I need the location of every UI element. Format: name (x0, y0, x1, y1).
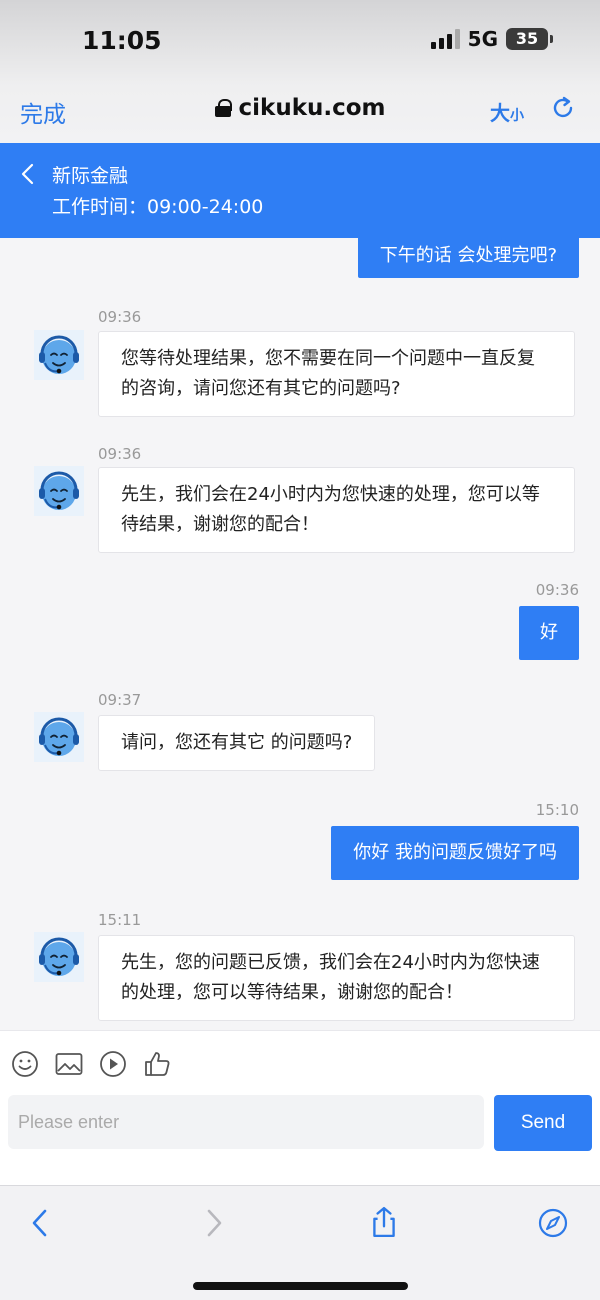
compass-icon[interactable] (538, 1208, 568, 1238)
browser-bottom-toolbar (0, 1185, 600, 1300)
message-input[interactable] (8, 1095, 484, 1149)
chat-header: 新际金融 工作时间：09:00-24:00 (0, 143, 600, 238)
message-timestamp: 09:36 (98, 445, 142, 463)
status-indicators: 5G 35 (430, 27, 553, 51)
message-timestamp: 09:36 (98, 308, 142, 326)
working-hours: 工作时间：09:00-24:00 (52, 196, 264, 218)
send-button[interactable]: Send (494, 1095, 592, 1151)
share-icon[interactable] (368, 1204, 400, 1240)
message-timestamp: 09:37 (98, 691, 142, 709)
message-bubble: 好 (519, 606, 579, 660)
network-type: 5G (467, 27, 498, 51)
address-bar[interactable]: cikuku.com (214, 95, 386, 121)
status-time: 11:05 (82, 26, 162, 55)
message-bubble: 下午的话 会处理完吧? (357, 238, 579, 278)
message-bubble: 您等待处理结果，您不需要在同一个问题中一直反复的咨询，请问您还有其它的问题吗? (98, 331, 575, 417)
message-bubble: 你好 我的问题反馈好了吗 (331, 826, 579, 880)
message-outgoing: 好 (519, 606, 579, 660)
message-incoming: 您等待处理结果，您不需要在同一个问题中一直反复的咨询，请问您还有其它的问题吗? (98, 331, 575, 417)
message-bubble: 先生，您的问题已反馈，我们会在24小时内为您快速的处理，您可以等待结果，谢谢您的… (98, 935, 575, 1021)
message-timestamp: 15:10 (535, 801, 579, 819)
text-size-button[interactable]: 大小 (490, 97, 524, 126)
composer: Send (0, 1030, 600, 1185)
reload-icon[interactable] (550, 95, 576, 121)
agent-avatar (34, 712, 84, 762)
video-icon[interactable] (98, 1049, 128, 1079)
message-timestamp: 15:11 (98, 911, 142, 929)
lock-icon (214, 99, 232, 117)
composer-toolbar (10, 1049, 172, 1079)
message-incoming: 先生，我们会在24小时内为您快速的处理，您可以等待结果，谢谢您的配合！ (98, 467, 575, 553)
forward-icon[interactable] (198, 1208, 228, 1238)
url-text: cikuku.com (238, 95, 386, 121)
chat-title: 新际金融 (52, 165, 129, 187)
message-bubble: 先生，我们会在24小时内为您快速的处理，您可以等待结果，谢谢您的配合！ (98, 467, 575, 553)
signal-icon (430, 29, 460, 49)
emoji-icon[interactable] (10, 1049, 40, 1079)
message-outgoing: 你好 我的问题反馈好了吗 (331, 826, 579, 880)
image-icon[interactable] (54, 1049, 84, 1079)
message-list[interactable]: 下午的话 会处理完吧? 09:36 您等待处理结果，您不需要在同一个问题中一直反… (0, 238, 600, 1030)
agent-avatar (34, 932, 84, 982)
back-icon[interactable] (26, 1208, 56, 1238)
message-incoming: 先生，您的问题已反馈，我们会在24小时内为您快速的处理，您可以等待结果，谢谢您的… (98, 935, 575, 1021)
back-chevron-icon[interactable] (20, 163, 36, 185)
home-indicator (193, 1282, 408, 1290)
thumbs-up-icon[interactable] (142, 1049, 172, 1079)
agent-avatar (34, 466, 84, 516)
message-timestamp: 09:36 (535, 581, 579, 599)
browser-top-bar: 11:05 5G 35 完成 cikuku.com 大小 (0, 0, 600, 143)
message-bubble: 请问，您还有其它 的问题吗? (98, 715, 376, 771)
message-incoming: 请问，您还有其它 的问题吗? (98, 715, 376, 771)
battery-icon: 35 (506, 28, 553, 50)
agent-avatar (34, 330, 84, 380)
message-outgoing: 下午的话 会处理完吧? (357, 238, 579, 278)
